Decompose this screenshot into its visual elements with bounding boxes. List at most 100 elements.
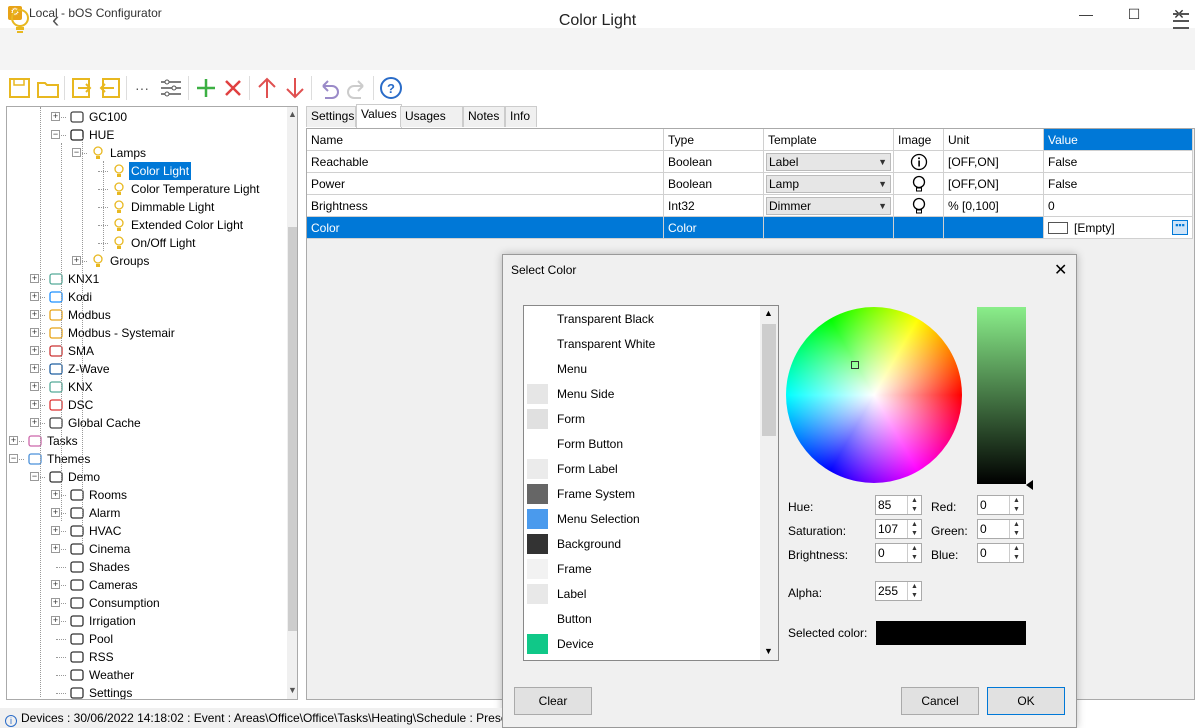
tree-node-label[interactable]: KNX (66, 378, 95, 396)
row-bulb-icon[interactable] (894, 195, 944, 217)
tree-node[interactable]: Shades (7, 558, 285, 576)
open-folder-icon[interactable] (36, 76, 60, 100)
alpha-spinner[interactable]: 255 ▲ ▼ (875, 581, 922, 601)
brightness-spinner[interactable]: 0 ▲ ▼ (875, 543, 922, 563)
delete-icon[interactable] (221, 76, 245, 100)
tree-node-label[interactable]: Tasks (45, 432, 80, 450)
tree-expander-icon[interactable]: + (30, 292, 39, 301)
tree-node[interactable]: + Cameras (7, 576, 285, 594)
tab-values[interactable]: Values (356, 104, 402, 128)
tree-node[interactable]: + Z-Wave (7, 360, 285, 378)
help-icon[interactable]: ? (379, 76, 403, 100)
tree-node-label[interactable]: Extended Color Light (129, 216, 245, 234)
save-icon[interactable] (8, 76, 32, 100)
project-tree[interactable]: + GC100− HUE − Lamps Color Light Color Tempera… (6, 106, 298, 700)
tree-node-label[interactable]: Consumption (87, 594, 162, 612)
tree-expander-icon[interactable]: + (30, 310, 39, 319)
grid-cell-type[interactable]: Color (664, 217, 764, 239)
cancel-button[interactable]: Cancel (901, 687, 979, 715)
tree-expander-icon[interactable]: − (51, 130, 60, 139)
color-list-item[interactable]: Frame (524, 557, 760, 582)
tree-expander-icon[interactable]: + (51, 490, 60, 499)
color-wheel-marker[interactable] (851, 361, 859, 369)
tree-node-label[interactable]: Color Temperature Light (129, 180, 262, 198)
grid-cell-unit[interactable] (944, 217, 1044, 239)
tree-node[interactable]: RSS (7, 648, 285, 666)
tab-usages[interactable]: Usages (0) (400, 106, 463, 142)
tree-expander-icon[interactable]: + (30, 382, 39, 391)
grid-cell-unit[interactable]: % [0,100] (944, 195, 1044, 217)
tree-node[interactable]: − Lamps (7, 144, 285, 162)
tree-expander-icon[interactable]: + (30, 364, 39, 373)
grid-cell-name[interactable]: Color (307, 217, 664, 239)
tree-node[interactable]: + Modbus - Systemair (7, 324, 285, 342)
grid-cell-name[interactable]: Brightness (307, 195, 664, 217)
grid-cell-unit[interactable]: [OFF,ON] (944, 151, 1044, 173)
tree-expander-icon[interactable]: + (51, 580, 60, 589)
row-info-icon[interactable] (894, 151, 944, 173)
move-down-icon[interactable] (283, 76, 307, 100)
brightness-slider-handle[interactable] (1026, 480, 1033, 490)
tree-node[interactable]: − HUE (7, 126, 285, 144)
brightness-slider[interactable] (977, 307, 1026, 484)
tree-node-label[interactable]: Kodi (66, 288, 94, 306)
tree-node[interactable]: Color Temperature Light (7, 180, 285, 198)
tree-node[interactable]: On/Off Light (7, 234, 285, 252)
tree-node[interactable]: Settings (7, 684, 285, 699)
tree-node-label[interactable]: Groups (108, 252, 151, 270)
scroll-down-icon[interactable]: ▼ (764, 646, 773, 656)
template-combo[interactable]: Lamp ▼ (764, 173, 894, 195)
grid-cell-unit[interactable]: [OFF,ON] (944, 173, 1044, 195)
tree-node[interactable]: + Groups (7, 252, 285, 270)
scroll-down-icon[interactable]: ▼ (288, 685, 297, 695)
tree-node-label[interactable]: Shades (87, 558, 132, 576)
tree-expander-icon[interactable]: + (51, 598, 60, 607)
color-list-item[interactable]: Label (524, 582, 760, 607)
tree-node-label[interactable]: Themes (45, 450, 92, 468)
column-header-name[interactable]: Name (307, 129, 664, 151)
column-header-unit[interactable]: Unit (944, 129, 1044, 151)
tree-expander-icon[interactable]: + (9, 436, 18, 445)
tree-node[interactable]: + Irrigation (7, 612, 285, 630)
tree-expander-icon[interactable]: + (30, 346, 39, 355)
color-value-cell[interactable]: [Empty] ▪▪▪ (1044, 217, 1193, 239)
tree-node-label[interactable]: HUE (87, 126, 116, 144)
column-header-value[interactable]: Value (1044, 129, 1193, 151)
tree-node[interactable]: + Global Cache (7, 414, 285, 432)
ok-button[interactable]: OK (987, 687, 1065, 715)
hue-value[interactable]: 85 (878, 498, 891, 512)
color-list-item[interactable]: Button (524, 607, 760, 632)
tree-node-label[interactable]: Irrigation (87, 612, 138, 630)
brightness-value[interactable]: 0 (878, 546, 885, 560)
tree-scroll-thumb[interactable] (288, 227, 297, 631)
tree-node-label[interactable]: RSS (87, 648, 116, 666)
column-header-image[interactable]: Image (894, 129, 944, 151)
tree-node[interactable]: + Rooms (7, 486, 285, 504)
tree-expander-icon[interactable]: + (30, 274, 39, 283)
tree-node[interactable]: Weather (7, 666, 285, 684)
properties-icon[interactable] (159, 76, 183, 100)
color-list-item[interactable]: Frame System (524, 482, 760, 507)
color-list-item[interactable]: Transparent Black (524, 307, 760, 332)
clear-button[interactable]: Clear (514, 687, 592, 715)
image-cell[interactable] (894, 217, 944, 239)
alpha-value[interactable]: 255 (878, 584, 898, 598)
tree-node-label[interactable]: Color Light (129, 162, 192, 180)
tree-node-label[interactable]: SMA (66, 342, 96, 360)
grid-cell-value[interactable]: False (1044, 173, 1193, 195)
tree-node-label[interactable]: Cameras (87, 576, 140, 594)
saturation-value[interactable]: 107 (878, 522, 898, 536)
tree-node-label[interactable]: Pool (87, 630, 115, 648)
tree-expander-icon[interactable]: + (51, 526, 60, 535)
tree-node-label[interactable]: Rooms (87, 486, 129, 504)
tree-node[interactable]: Extended Color Light (7, 216, 285, 234)
tree-node-label[interactable]: Cinema (87, 540, 132, 558)
grid-cell-value[interactable]: False (1044, 151, 1193, 173)
tree-node[interactable]: + HVAC (7, 522, 285, 540)
red-value[interactable]: 0 (980, 498, 987, 512)
tree-expander-icon[interactable]: + (72, 256, 81, 265)
green-value[interactable]: 0 (980, 522, 987, 536)
green-spinner[interactable]: 0 ▲ ▼ (977, 519, 1024, 539)
tree-expander-icon[interactable]: + (51, 616, 60, 625)
tree-node[interactable]: + SMA (7, 342, 285, 360)
